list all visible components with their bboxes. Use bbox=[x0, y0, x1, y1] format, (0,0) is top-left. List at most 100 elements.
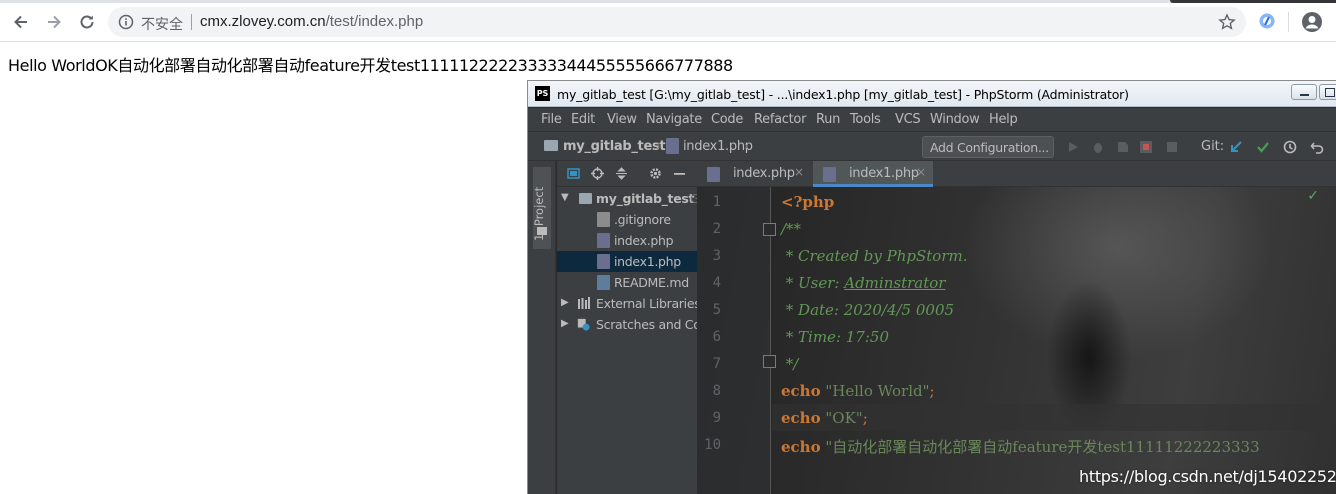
active-tab-edge[interactable] bbox=[1170, 0, 1336, 3]
doc-comment: * User: bbox=[781, 274, 845, 292]
code-line-2: /** bbox=[781, 220, 801, 238]
code-line-4: * User: Adminstrator bbox=[781, 274, 946, 292]
forward-button[interactable] bbox=[43, 11, 65, 33]
profile-avatar-icon[interactable] bbox=[1301, 11, 1323, 33]
add-configuration-button[interactable]: Add Configuration... bbox=[922, 136, 1054, 158]
author-name: Adminstrator bbox=[844, 274, 946, 292]
stop-icon[interactable] bbox=[1165, 140, 1179, 154]
tab-label: index.php bbox=[733, 166, 795, 181]
inspection-ok-icon[interactable]: ✓ bbox=[1307, 187, 1319, 204]
collapsed-arrow-icon[interactable]: ▶ bbox=[561, 297, 569, 308]
browser-toolbar: 不安全 cmx.zlovey.com.cn/test/index.php bbox=[0, 0, 1336, 42]
collapsed-arrow-icon[interactable]: ▶ bbox=[561, 318, 569, 329]
doc-comment: * Date: 2020/4/5 0005 bbox=[781, 301, 955, 319]
menu-help[interactable]: Help bbox=[989, 112, 1018, 127]
tree-item-index-php[interactable]: index.php bbox=[557, 230, 697, 251]
line-number: 1 bbox=[712, 194, 721, 210]
reload-button[interactable] bbox=[76, 11, 98, 33]
code-line-9: echo "OK"; bbox=[781, 409, 868, 427]
menu-tools[interactable]: Tools bbox=[850, 112, 881, 127]
code-editor[interactable]: 1 2 3 4 5 6 7 8 9 10 <?php /** * Created… bbox=[697, 187, 1336, 494]
extension-icon[interactable] bbox=[1258, 12, 1276, 30]
tree-item-external-libraries[interactable]: ▶ External Libraries bbox=[557, 293, 701, 314]
tree-root-label: my_gitlab_test bbox=[596, 191, 695, 206]
url-host: cmx.zlovey.com.cn bbox=[200, 13, 326, 30]
url-text[interactable]: cmx.zlovey.com.cn/test/index.php bbox=[200, 13, 423, 30]
line-number: 4 bbox=[712, 275, 721, 291]
menu-edit[interactable]: Edit bbox=[571, 112, 595, 127]
breadcrumb-project[interactable]: my_gitlab_test bbox=[563, 139, 666, 154]
coverage-icon[interactable] bbox=[1116, 140, 1130, 154]
fold-marker-icon[interactable] bbox=[763, 355, 776, 368]
phpstorm-screenshot: PS my_gitlab_test [G:\my_gitlab_test] - … bbox=[527, 80, 1336, 494]
code-line-7: */ bbox=[781, 355, 799, 373]
breadcrumb-file[interactable]: index1.php bbox=[683, 139, 753, 154]
tree-item-index1-php[interactable]: index1.php bbox=[557, 251, 697, 272]
line-number: 8 bbox=[712, 383, 721, 399]
info-icon[interactable] bbox=[118, 14, 134, 30]
toolbar-divider bbox=[1288, 12, 1289, 32]
library-icon bbox=[578, 297, 590, 309]
menu-window[interactable]: Window bbox=[930, 112, 980, 127]
address-bar[interactable]: 不安全 cmx.zlovey.com.cn/test/index.php bbox=[108, 7, 1246, 37]
tree-item-scratches[interactable]: ▶ Scratches and Co bbox=[557, 314, 701, 335]
string-literal: "Hello World" bbox=[825, 382, 930, 400]
php-file-icon bbox=[707, 167, 720, 182]
minimize-button[interactable] bbox=[1291, 84, 1317, 100]
php-file-icon bbox=[597, 254, 610, 269]
menu-refactor[interactable]: Refactor bbox=[754, 112, 806, 127]
scratches-icon bbox=[577, 318, 590, 331]
editor-tab-bar: index.php × index1.php × bbox=[697, 161, 1336, 187]
tab-strip bbox=[0, 0, 1336, 3]
menu-view[interactable]: View bbox=[607, 112, 637, 127]
tab-index1-php[interactable]: index1.php × bbox=[813, 161, 933, 187]
profile-run-icon[interactable] bbox=[1139, 140, 1153, 154]
debug-icon[interactable] bbox=[1091, 140, 1105, 154]
php-file-icon bbox=[823, 167, 836, 182]
tree-item-readme[interactable]: README.md bbox=[557, 272, 697, 293]
vcs-commit-icon[interactable] bbox=[1256, 140, 1270, 154]
maximize-button[interactable] bbox=[1319, 84, 1336, 100]
code-line-5: * Date: 2020/4/5 0005 bbox=[781, 301, 954, 319]
close-tab-icon[interactable]: × bbox=[794, 165, 804, 179]
panel-view-icon[interactable] bbox=[567, 167, 580, 180]
menu-navigate[interactable]: Navigate bbox=[646, 112, 702, 127]
bookmark-star-icon[interactable] bbox=[1218, 13, 1236, 31]
hide-panel-icon[interactable] bbox=[673, 167, 686, 180]
ide-title-bar: PS my_gitlab_test [G:\my_gitlab_test] - … bbox=[528, 81, 1336, 107]
menu-code[interactable]: Code bbox=[711, 112, 743, 127]
not-secure-label[interactable]: 不安全 bbox=[141, 14, 183, 34]
line-number: 5 bbox=[712, 302, 721, 318]
url-path: /test/index.php bbox=[325, 13, 424, 30]
vcs-history-icon[interactable] bbox=[1283, 140, 1297, 154]
echo-keyword: echo bbox=[781, 409, 821, 427]
tree-item-gitignore[interactable]: .gitignore bbox=[557, 209, 697, 230]
expanded-arrow-icon[interactable]: ▼ bbox=[561, 192, 569, 203]
menu-file[interactable]: File bbox=[541, 112, 562, 127]
collapse-all-icon[interactable] bbox=[615, 167, 628, 180]
menu-run[interactable]: Run bbox=[816, 112, 840, 127]
page-output-text: Hello WorldOK自动化部署自动化部署自动feature开发test11… bbox=[8, 56, 733, 75]
doc-comment: */ bbox=[781, 355, 799, 373]
tree-item-root[interactable]: ▼ my_gitlab_test G bbox=[557, 188, 700, 209]
tree-file-label: README.md bbox=[614, 275, 689, 290]
tab-index-php[interactable]: index.php × bbox=[697, 161, 811, 187]
back-button[interactable] bbox=[10, 11, 32, 33]
text-file-icon bbox=[597, 212, 610, 227]
line-number: 2 bbox=[712, 221, 721, 237]
menu-vcs[interactable]: VCS bbox=[895, 112, 921, 127]
doc-comment: * Time: 17:50 bbox=[781, 328, 889, 346]
echo-keyword: echo bbox=[781, 382, 821, 400]
close-tab-icon[interactable]: × bbox=[916, 165, 926, 179]
tree-file-label: .gitignore bbox=[614, 212, 671, 227]
run-icon[interactable] bbox=[1066, 140, 1080, 154]
doc-comment-user: Adminstrator bbox=[844, 274, 945, 292]
vcs-update-icon[interactable] bbox=[1229, 140, 1243, 154]
fold-marker-icon[interactable] bbox=[763, 223, 776, 236]
semicolon: ; bbox=[862, 409, 868, 427]
gear-icon[interactable] bbox=[649, 167, 662, 180]
locate-target-icon[interactable] bbox=[591, 167, 604, 180]
vcs-rollback-icon[interactable] bbox=[1310, 140, 1324, 154]
tree-file-label: index.php bbox=[614, 233, 674, 248]
tree-file-label: index1.php bbox=[614, 254, 681, 269]
